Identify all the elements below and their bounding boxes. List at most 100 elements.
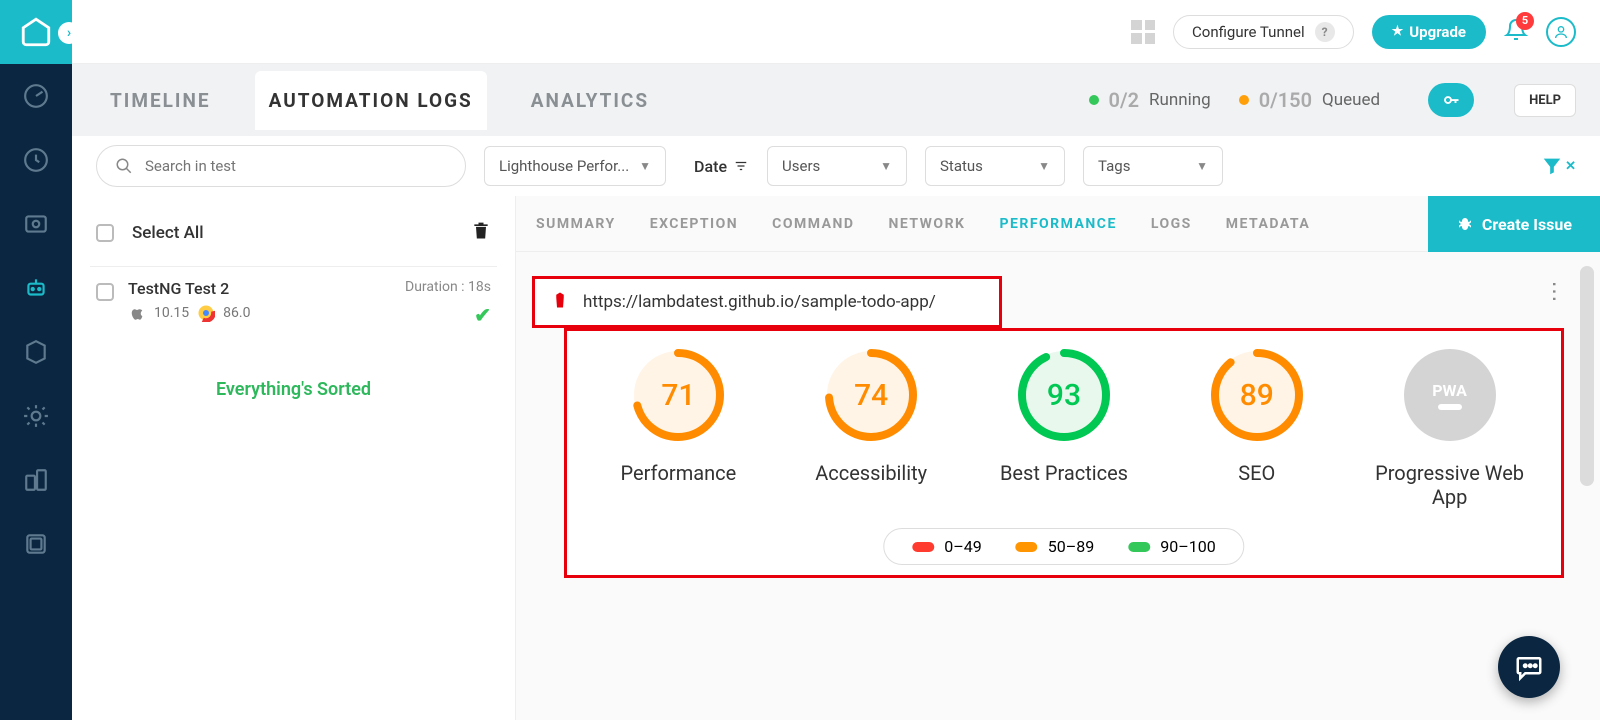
pwa-icon: PWA <box>1402 347 1498 443</box>
sorted-message: Everything's Sorted <box>90 379 497 400</box>
search-input[interactable] <box>145 157 447 175</box>
test-meta: 10.15 86.0 <box>128 304 391 322</box>
users-dropdown[interactable]: Users▼ <box>767 146 907 186</box>
running-status: 0/2 Running <box>1089 88 1211 112</box>
nav-automation[interactable] <box>0 256 72 320</box>
detail-tab-command[interactable]: COMMAND <box>772 216 854 232</box>
bug-icon <box>1456 215 1474 233</box>
upgrade-button[interactable]: Upgrade <box>1372 15 1486 49</box>
queued-label: Queued <box>1322 90 1380 110</box>
configure-tunnel-button[interactable]: Configure Tunnel ? <box>1173 15 1354 49</box>
test-item[interactable]: TestNG Test 2 10.15 86.0 Duration : 18s … <box>90 266 497 339</box>
nav-builds[interactable] <box>0 320 72 384</box>
notifications-button[interactable]: 5 <box>1504 18 1528 46</box>
select-all-label: Select All <box>132 223 204 243</box>
delete-button[interactable] <box>471 220 491 246</box>
lighthouse-url-bar: https://lambdatest.github.io/sample-todo… <box>532 276 1002 328</box>
select-all-row: Select All <box>90 210 497 266</box>
queued-dot-icon <box>1239 95 1249 105</box>
date-filter[interactable]: Date <box>694 157 749 176</box>
upgrade-label: Upgrade <box>1409 23 1466 41</box>
detail-tab-logs[interactable]: LOGS <box>1151 216 1192 232</box>
score-best-practices: 93 Best Practices <box>974 347 1154 485</box>
gauge-pwa: PWA <box>1402 347 1498 443</box>
details-panel: SUMMARY EXCEPTION COMMAND NETWORK PERFOR… <box>516 196 1600 720</box>
tab-automation-logs[interactable]: AUTOMATION LOGS <box>255 71 487 130</box>
gauge-accessibility: 74 <box>823 347 919 443</box>
chevron-down-icon: ▼ <box>880 159 892 173</box>
configure-tunnel-label: Configure Tunnel <box>1192 23 1305 41</box>
tab-analytics[interactable]: ANALYTICS <box>517 71 663 130</box>
gauge-seo: 89 <box>1209 347 1305 443</box>
help-icon: ? <box>1315 22 1335 42</box>
more-options-button[interactable]: ⋯ <box>1542 281 1567 305</box>
legend-high: 90–100 <box>1128 537 1215 556</box>
running-count: 0/2 <box>1109 88 1139 112</box>
nav-dashboard[interactable] <box>0 64 72 128</box>
gauge-performance: 71 <box>630 347 726 443</box>
legend-low: 0–49 <box>912 537 981 556</box>
project-dropdown[interactable]: Lighthouse Perfor...▼ <box>484 146 666 186</box>
status-dropdown[interactable]: Status▼ <box>925 146 1065 186</box>
lighthouse-scores: 71 Performance 74 Accessibility <box>587 347 1541 509</box>
detail-tab-summary[interactable]: SUMMARY <box>536 216 616 232</box>
running-dot-icon <box>1089 95 1099 105</box>
status-pills: 0/2 Running 0/150 Queued HELP <box>1089 83 1576 117</box>
tab-timeline[interactable]: TIMELINE <box>96 71 225 130</box>
url-highlight: https://lambdatest.github.io/sample-todo… <box>532 276 1584 328</box>
detail-tab-performance[interactable]: PERFORMANCE <box>999 216 1116 232</box>
funnel-icon <box>1541 155 1563 177</box>
search-icon <box>115 157 133 175</box>
main-area: TIMELINE AUTOMATION LOGS ANALYTICS 0/2 R… <box>72 64 1600 720</box>
filter-bar: Lighthouse Perfor...▼ Date Users▼ Status… <box>72 136 1600 196</box>
create-issue-button[interactable]: Create Issue <box>1428 196 1600 252</box>
primary-tabs: TIMELINE AUTOMATION LOGS ANALYTICS 0/2 R… <box>72 64 1600 136</box>
user-avatar[interactable] <box>1546 17 1576 47</box>
nav-more[interactable] <box>0 512 72 576</box>
tags-dropdown[interactable]: Tags▼ <box>1083 146 1223 186</box>
score-accessibility: 74 Accessibility <box>781 347 961 485</box>
brand-logo[interactable]: › <box>0 0 72 64</box>
gauge-best-practices: 93 <box>1016 347 1112 443</box>
test-item-checkbox[interactable] <box>96 283 114 301</box>
clear-filters-button[interactable]: ✕ <box>1541 155 1576 177</box>
score-pwa: PWA Progressive Web App <box>1360 347 1540 509</box>
nav-realtime[interactable] <box>0 192 72 256</box>
chevron-down-icon: ▼ <box>1038 159 1050 173</box>
detail-tab-network[interactable]: NETWORK <box>889 216 966 232</box>
content-split: Select All TestNG Test 2 10.15 86.0 <box>72 196 1600 720</box>
detail-tab-exception[interactable]: EXCEPTION <box>650 216 738 232</box>
legend-mid: 50–89 <box>1016 537 1094 556</box>
score-seo: 89 SEO <box>1167 347 1347 485</box>
chevron-down-icon: ▼ <box>639 159 651 173</box>
apps-grid-icon[interactable] <box>1131 20 1155 44</box>
chevron-down-icon: ▼ <box>1196 159 1208 173</box>
score-legend: 0–49 50–89 90–100 <box>883 528 1244 565</box>
nav-history[interactable] <box>0 128 72 192</box>
apple-icon <box>128 304 146 322</box>
access-key-button[interactable] <box>1428 83 1474 117</box>
score-performance: 71 Performance <box>588 347 768 485</box>
test-duration: Duration : 18s <box>405 279 491 295</box>
scrollbar[interactable] <box>1580 266 1594 486</box>
running-label: Running <box>1149 90 1211 110</box>
chrome-icon <box>197 304 215 322</box>
lighthouse-scores-highlight: 71 Performance 74 Accessibility <box>564 328 1564 578</box>
help-button[interactable]: HELP <box>1514 84 1576 117</box>
lighthouse-icon <box>551 289 569 315</box>
select-all-checkbox[interactable] <box>96 224 114 242</box>
lighthouse-url: https://lambdatest.github.io/sample-todo… <box>583 292 936 312</box>
search-input-wrapper[interactable] <box>96 145 466 187</box>
nav-integrations[interactable] <box>0 448 72 512</box>
nav-issues[interactable] <box>0 384 72 448</box>
queued-status: 0/150 Queued <box>1239 88 1380 112</box>
detail-tab-metadata[interactable]: METADATA <box>1226 216 1311 232</box>
test-name: TestNG Test 2 <box>128 279 391 298</box>
browser-version: 86.0 <box>223 305 250 321</box>
test-list-panel: Select All TestNG Test 2 10.15 86.0 <box>72 196 516 720</box>
queued-count: 0/150 <box>1259 88 1312 112</box>
close-icon: ✕ <box>1565 159 1576 174</box>
chat-button[interactable] <box>1498 636 1560 698</box>
os-version: 10.15 <box>154 305 189 321</box>
left-sidebar: › <box>0 0 72 720</box>
